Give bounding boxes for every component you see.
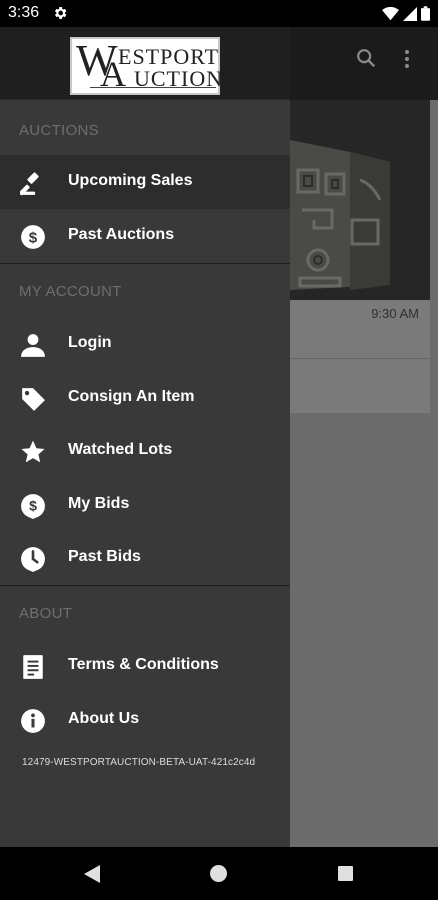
drawer-item-label: Past Auctions	[68, 226, 175, 243]
status-bar: 3:36	[0, 0, 438, 27]
drawer-item-login[interactable]: Login	[0, 317, 290, 371]
drawer-item-watched-lots[interactable]: Watched Lots	[0, 424, 290, 478]
drawer-item-past-auctions[interactable]: $ Past Auctions	[0, 209, 290, 263]
star-icon	[21, 440, 45, 463]
westport-auction-logo: W ESTPORT A UCTION	[70, 37, 224, 95]
drawer-item-terms-conditions[interactable]: Terms & Conditions	[0, 639, 290, 693]
section-label-my-account: MY ACCOUNT	[19, 283, 122, 300]
settings-gear-icon	[55, 7, 67, 19]
search-icon[interactable]	[355, 47, 377, 69]
divider	[0, 263, 290, 264]
home-icon[interactable]	[210, 865, 227, 882]
sale-time: 9:30 AM	[371, 306, 419, 321]
drawer-item-upcoming-sales[interactable]: Upcoming Sales	[0, 155, 290, 209]
drawer-item-label: My Bids	[68, 495, 130, 512]
drawer-item-past-bids[interactable]: Past Bids	[0, 531, 290, 585]
system-nav-bar	[0, 847, 438, 900]
drawer-item-label: About Us	[68, 710, 140, 727]
person-icon	[21, 334, 45, 357]
back-icon[interactable]	[84, 865, 100, 883]
drawer-item-label: Upcoming Sales	[68, 172, 193, 189]
gavel-icon	[20, 172, 39, 196]
recent-apps-icon[interactable]	[338, 866, 353, 881]
section-label-about: ABOUT	[19, 605, 73, 622]
divider	[0, 585, 290, 586]
clock-pin-icon	[21, 547, 45, 572]
drawer-item-about-us[interactable]: About Us	[0, 693, 290, 747]
navigation-drawer: W ESTPORT A UCTION AUCTIONS Upcoming Sal…	[0, 27, 290, 847]
dollar-circle-icon: $	[21, 225, 45, 249]
tag-icon	[22, 388, 45, 411]
sale-image	[290, 100, 430, 300]
drawer-item-consign-an-item[interactable]: Consign An Item	[0, 371, 290, 425]
signal-icon	[403, 6, 417, 21]
drawer-item-label: Watched Lots	[68, 441, 173, 458]
more-options-icon[interactable]	[404, 49, 410, 69]
dollar-pin-icon: $	[21, 494, 45, 519]
svg-text:$: $	[29, 497, 37, 513]
sale-card[interactable]: 9:30 AM	[290, 100, 430, 413]
drawer-item-label: Past Bids	[68, 548, 141, 565]
logo-text-line2: UCTION	[134, 66, 224, 91]
carved-box-image	[290, 100, 430, 300]
divider	[290, 358, 430, 359]
section-label-auctions: AUCTIONS	[19, 122, 99, 139]
status-time: 3:36	[8, 4, 40, 21]
status-icons	[382, 6, 430, 21]
info-icon	[21, 709, 45, 733]
logo-rule	[90, 87, 216, 88]
drawer-header: W ESTPORT A UCTION	[0, 27, 290, 100]
battery-icon	[421, 6, 430, 21]
drawer-item-label: Terms & Conditions	[68, 656, 219, 673]
document-icon	[23, 655, 43, 679]
build-version: 12479-WESTPORTAUCTION-BETA-UAT-421c2c4d	[22, 757, 256, 768]
drawer-item-label: Login	[68, 334, 112, 351]
drawer-item-label: Consign An Item	[68, 388, 195, 405]
drawer-item-my-bids[interactable]: $ My Bids	[0, 478, 290, 532]
wifi-icon	[382, 6, 399, 20]
svg-text:$: $	[29, 229, 38, 246]
